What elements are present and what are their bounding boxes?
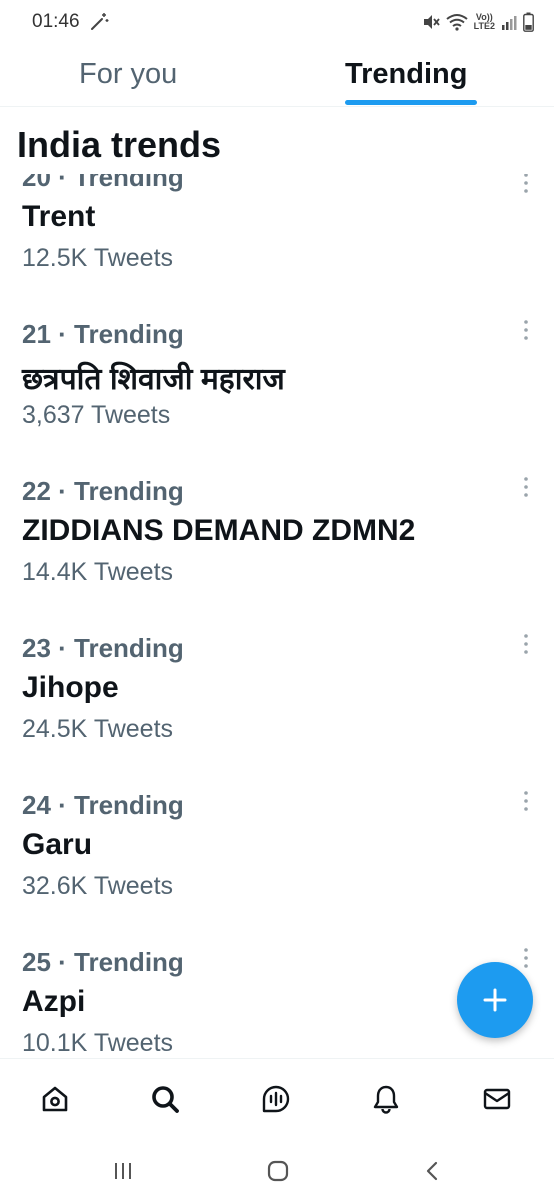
signal-icon (502, 16, 517, 30)
trend-meta: 22 · Trending (22, 476, 184, 506)
trend-item[interactable]: 20 · Trending Trent 12.5K Tweets (0, 174, 554, 319)
trend-name: Garu (22, 828, 93, 861)
plus-icon (483, 988, 507, 1012)
home-icon (42, 1086, 68, 1112)
trend-meta: 25 · Trending (22, 947, 184, 977)
lte-indicator: Vo)) LTE2 (474, 13, 495, 31)
more-options-icon[interactable] (518, 174, 534, 194)
trend-count: 10.1K Tweets (22, 1029, 174, 1057)
nav-spaces-button[interactable] (258, 1081, 294, 1117)
status-bar: 01:46 Vo)) LTE2 (0, 0, 554, 44)
nav-search-button[interactable] (147, 1081, 183, 1117)
trend-meta: 21 · Trending (22, 319, 184, 349)
trend-item[interactable]: 22 · Trending ZIDDIANS DEMAND ZDMN2 14.4… (0, 476, 554, 633)
recent-apps-icon (115, 1163, 131, 1179)
messages-icon (483, 1088, 511, 1110)
tab-trending[interactable]: Trending (345, 58, 467, 91)
home-circle-icon (267, 1160, 289, 1182)
trend-count: 14.4K Tweets (22, 558, 174, 586)
trend-item[interactable]: 24 · Trending Garu 32.6K Tweets (0, 790, 554, 947)
compose-tweet-button[interactable] (457, 962, 533, 1038)
more-options-icon[interactable] (518, 790, 534, 812)
back-chevron-icon (426, 1161, 438, 1181)
trend-name: Trent (22, 200, 96, 233)
system-nav-bar (0, 1138, 554, 1200)
trend-count: 32.6K Tweets (22, 872, 174, 900)
notifications-icon (373, 1085, 399, 1114)
more-options-icon[interactable] (518, 633, 534, 655)
trend-count: 3,637 Tweets (22, 401, 171, 429)
nav-notifications-button[interactable] (368, 1081, 404, 1117)
trend-count: 24.5K Tweets (22, 715, 174, 743)
home-system-button[interactable] (263, 1156, 293, 1186)
recent-apps-button[interactable] (108, 1156, 138, 1186)
top-tabs: For you Trending (0, 44, 554, 107)
lte-label: LTE2 (473, 21, 495, 31)
more-options-icon[interactable] (518, 947, 534, 969)
bottom-nav (0, 1058, 554, 1138)
spaces-icon (262, 1085, 290, 1113)
trend-meta: 20 · Trending (22, 174, 184, 192)
magic-wand-icon (91, 13, 109, 30)
trend-name: ZIDDIANS DEMAND ZDMN2 (22, 514, 416, 547)
trend-count: 12.5K Tweets (22, 244, 174, 272)
trend-meta: 24 · Trending (22, 790, 184, 820)
trend-name: छत्रपति शिवाजी महाराज (22, 363, 285, 396)
trend-list: 20 · Trending Trent 12.5K Tweets 21 · Tr… (0, 174, 554, 1058)
battery-icon (523, 12, 534, 32)
search-icon (152, 1086, 179, 1113)
more-options-icon[interactable] (518, 476, 534, 498)
trend-name: Azpi (22, 985, 86, 1018)
active-tab-indicator (345, 100, 477, 105)
mute-icon (423, 15, 440, 29)
wifi-icon (446, 14, 468, 31)
status-time: 01:46 (32, 11, 80, 32)
back-button[interactable] (418, 1156, 448, 1186)
section-title: India trends (17, 124, 554, 174)
tab-for-you[interactable]: For you (79, 58, 177, 91)
trend-meta: 23 · Trending (22, 633, 184, 663)
nav-messages-button[interactable] (479, 1081, 515, 1117)
trend-item[interactable]: 23 · Trending Jihope 24.5K Tweets (0, 633, 554, 790)
more-options-icon[interactable] (518, 319, 534, 341)
trend-item[interactable]: 21 · Trending छत्रपति शिवाजी महाराज 3,63… (0, 319, 554, 476)
status-icons: Vo)) LTE2 (422, 10, 534, 34)
trend-name: Jihope (22, 671, 119, 704)
nav-home-button[interactable] (37, 1081, 73, 1117)
